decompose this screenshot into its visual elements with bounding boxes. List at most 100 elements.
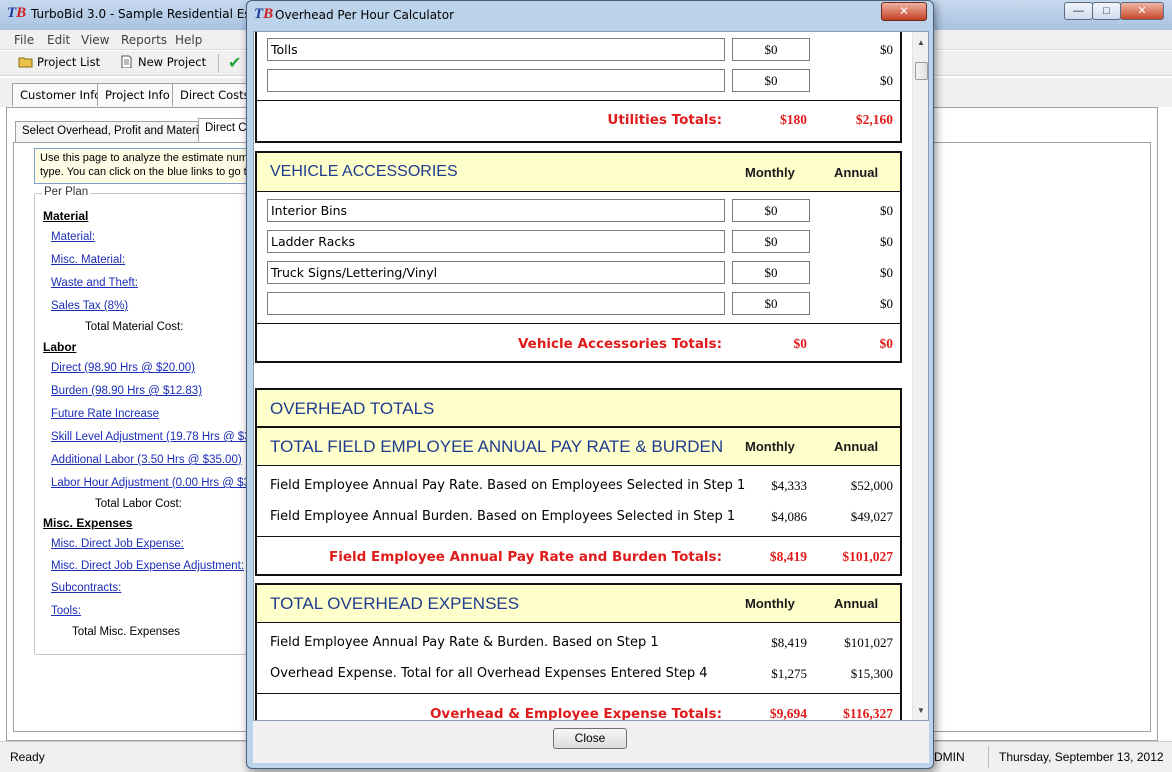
tab-direct-costs[interactable]: Direct Costs: [172, 83, 258, 106]
check-icon[interactable]: ✔: [228, 53, 241, 73]
vehicle-monthly-input[interactable]: $0: [732, 230, 810, 253]
total-material-label: Total Material Cost:: [85, 321, 184, 333]
dialog-scroll-area: Tolls $0 $0 $0 $0 Utilities Totals: $180…: [253, 31, 929, 721]
dialog-logo-icon: TB: [254, 6, 274, 22]
misc-expenses-heading: Misc. Expenses: [43, 516, 133, 530]
minimize-icon[interactable]: —: [1064, 2, 1093, 20]
overhead-expenses-title: TOTAL OVERHEAD EXPENSES: [270, 594, 520, 613]
material-heading: Material: [43, 209, 89, 223]
overhead-totals-banner: OVERHEAD TOTALS: [255, 388, 902, 428]
vehicle-monthly-input[interactable]: $0: [732, 199, 810, 222]
overhead-expense-annual: $15,300: [850, 666, 893, 681]
overhead-expenses-header: TOTAL OVERHEAD EXPENSES Monthly Annual: [257, 585, 900, 623]
future-rate-link[interactable]: Future Rate Increase: [51, 408, 159, 420]
vehicle-name-input[interactable]: Ladder Racks: [267, 230, 725, 253]
per-plan-legend: Per Plan: [42, 186, 91, 198]
vehicle-name-input[interactable]: Truck Signs/Lettering/Vinyl: [267, 261, 725, 284]
menu-help[interactable]: Help: [175, 33, 202, 47]
menu-edit[interactable]: Edit: [47, 33, 70, 47]
dialog-button-bar: Close: [253, 721, 929, 763]
overhead-expense-monthly: $1,275: [771, 666, 807, 681]
overhead-expenses-section: TOTAL OVERHEAD EXPENSES Monthly Annual F…: [255, 583, 902, 721]
misc-material-link[interactable]: Misc. Material:: [51, 254, 125, 266]
maximize-icon[interactable]: □: [1092, 2, 1121, 20]
vehicle-name-input[interactable]: Interior Bins: [267, 199, 725, 222]
expenses-divider: [257, 693, 900, 694]
overhead-calculator-dialog: TB Overhead Per Hour Calculator ✕ Tolls …: [246, 0, 934, 769]
overhead-expense-label: Overhead Expense. Total for all Overhead…: [270, 666, 708, 681]
misc-direct-job-link[interactable]: Misc. Direct Job Expense:: [51, 538, 184, 550]
menu-reports[interactable]: Reports: [121, 33, 167, 47]
field-annual-header: Annual: [834, 439, 879, 454]
utility-annual-value: $0: [880, 42, 893, 57]
field-employee-section: TOTAL FIELD EMPLOYEE ANNUAL PAY RATE & B…: [255, 426, 902, 576]
overhead-totals-title: OVERHEAD TOTALS: [270, 399, 435, 418]
vertical-scrollbar[interactable]: ▲ ▼: [912, 32, 928, 720]
field-pay-rate-monthly: $4,333: [771, 478, 807, 493]
new-project-label: New Project: [138, 55, 207, 69]
field-total-monthly: $8,419: [769, 549, 807, 564]
field-burden-annual: $49,027: [850, 509, 893, 524]
vehicle-divider: [257, 323, 900, 324]
utility-name-input[interactable]: Tolls: [267, 38, 725, 61]
new-project-button[interactable]: New Project: [119, 55, 206, 69]
menu-view[interactable]: View: [81, 33, 109, 47]
subcontracts-link[interactable]: Subcontracts:: [51, 582, 121, 594]
scroll-up-icon[interactable]: ▲: [917, 38, 925, 47]
field-employee-title: TOTAL FIELD EMPLOYEE ANNUAL PAY RATE & B…: [270, 437, 724, 456]
waste-theft-link[interactable]: Waste and Theft:: [51, 277, 138, 289]
total-labor-label: Total Labor Cost:: [95, 498, 182, 510]
vehicle-name-input[interactable]: [267, 292, 725, 315]
burden-link[interactable]: Burden (98.90 Hrs @ $12.83): [51, 385, 202, 397]
vehicle-total-monthly: $0: [793, 336, 808, 351]
material-link[interactable]: Material:: [51, 231, 95, 243]
expense-pay-rate-annual: $101,027: [844, 635, 893, 650]
menu-file[interactable]: File: [14, 33, 34, 47]
tools-link[interactable]: Tools:: [51, 605, 81, 617]
status-divider: [988, 746, 989, 768]
tab-select-overhead[interactable]: Select Overhead, Profit and Material: [15, 121, 215, 142]
close-button[interactable]: Close: [553, 728, 627, 749]
toolbar-separator: [218, 54, 219, 73]
new-document-icon: [119, 55, 134, 69]
misc-direct-adjustment-link[interactable]: Misc. Direct Job Expense Adjustment:: [51, 560, 244, 572]
app-close-icon[interactable]: ✕: [1120, 2, 1164, 20]
expenses-monthly-header: Monthly: [745, 596, 795, 611]
field-total-label: Field Employee Annual Pay Rate and Burde…: [328, 549, 722, 565]
vehicle-monthly-input[interactable]: $0: [732, 292, 810, 315]
field-burden-label: Field Employee Annual Burden. Based on E…: [270, 509, 736, 524]
scroll-down-icon[interactable]: ▼: [917, 706, 925, 715]
sales-tax-link[interactable]: Sales Tax (8%): [51, 300, 128, 312]
tab-customer-info[interactable]: Customer Info: [12, 83, 110, 106]
scroll-thumb[interactable]: [915, 62, 928, 80]
utility-monthly-input[interactable]: $0: [732, 69, 810, 92]
direct-labor-link[interactable]: Direct (98.90 Hrs @ $20.00): [51, 362, 195, 374]
vehicle-annual-value: $0: [880, 296, 893, 311]
expense-pay-rate-monthly: $8,419: [771, 635, 807, 650]
utilities-total-monthly: $180: [780, 112, 807, 127]
utility-name-input[interactable]: [267, 69, 725, 92]
labor-heading: Labor: [43, 340, 77, 354]
info-box: Use this page to analyze the estimate nu…: [34, 148, 264, 184]
utility-monthly-input[interactable]: $0: [732, 38, 810, 61]
skill-level-link[interactable]: Skill Level Adjustment (19.78 Hrs @ $32.: [51, 431, 260, 443]
vehicle-accessories-title: VEHICLE ACCESSORIES: [270, 163, 458, 180]
labor-hour-adjustment-link[interactable]: Labor Hour Adjustment (0.00 Hrs @ $32.: [51, 477, 260, 489]
field-divider: [257, 536, 900, 537]
expenses-total-annual: $116,327: [843, 706, 893, 721]
utilities-section: Tolls $0 $0 $0 $0 Utilities Totals: $180…: [255, 32, 902, 143]
vehicle-total-annual: $0: [879, 336, 894, 351]
project-list-button[interactable]: Project List: [18, 55, 100, 69]
utilities-total-annual: $2,160: [855, 112, 893, 127]
field-employee-header: TOTAL FIELD EMPLOYEE ANNUAL PAY RATE & B…: [257, 428, 900, 466]
field-pay-rate-annual: $52,000: [850, 478, 893, 493]
status-date: Thursday, September 13, 2012: [999, 750, 1164, 764]
expenses-total-monthly: $9,694: [769, 706, 807, 721]
vehicle-monthly-input[interactable]: $0: [732, 261, 810, 284]
vehicle-annual-value: $0: [880, 203, 893, 218]
tab-project-info[interactable]: Project Info: [97, 83, 178, 106]
app-title: TurboBid 3.0 - Sample Residential Estima: [31, 7, 278, 21]
vehicle-accessories-section: VEHICLE ACCESSORIES Monthly Annual Inter…: [255, 151, 902, 363]
dialog-close-icon[interactable]: ✕: [881, 2, 927, 21]
additional-labor-link[interactable]: Additional Labor (3.50 Hrs @ $35.00): [51, 454, 242, 466]
